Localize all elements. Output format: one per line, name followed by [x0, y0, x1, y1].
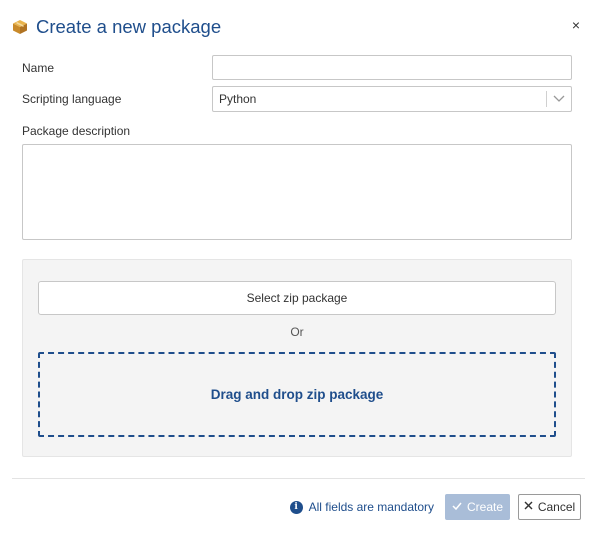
dropzone[interactable]: Drag and drop zip package: [38, 352, 556, 437]
upload-panel: Select zip package Or Drag and drop zip …: [22, 259, 572, 457]
name-input[interactable]: [212, 55, 572, 80]
language-select[interactable]: Python: [212, 86, 572, 112]
dropzone-label: Drag and drop zip package: [210, 387, 384, 402]
create-label: Create: [466, 500, 504, 514]
check-icon: [452, 501, 462, 513]
mandatory-note: i All fields are mandatory: [289, 494, 434, 520]
description-row: Package description: [22, 122, 572, 140]
dialog-title: Create a new package: [36, 16, 222, 37]
chevron-down-icon[interactable]: [547, 87, 571, 111]
close-icon[interactable]: ×: [569, 18, 583, 32]
name-label: Name: [22, 60, 55, 75]
create-package-dialog: Create a new package × Name Scripting la…: [0, 0, 597, 535]
close-icon: [524, 501, 533, 513]
language-label: Scripting language: [22, 92, 122, 106]
cancel-label: Cancel: [537, 500, 576, 514]
or-separator: Or: [290, 325, 304, 339]
select-zip-button[interactable]: Select zip package: [38, 281, 556, 315]
package-icon: [12, 19, 28, 35]
mandatory-text: All fields are mandatory: [308, 500, 434, 514]
description-label: Package description: [22, 124, 131, 138]
dialog-footer: i All fields are mandatory Create Cancel: [0, 494, 597, 520]
cancel-button[interactable]: Cancel: [518, 494, 581, 520]
description-textarea[interactable]: [22, 144, 572, 240]
dialog-header: Create a new package ×: [12, 14, 587, 40]
language-select-value: Python: [219, 92, 257, 106]
footer-divider: [12, 478, 585, 479]
info-icon: i: [289, 500, 303, 514]
create-button[interactable]: Create: [445, 494, 510, 520]
